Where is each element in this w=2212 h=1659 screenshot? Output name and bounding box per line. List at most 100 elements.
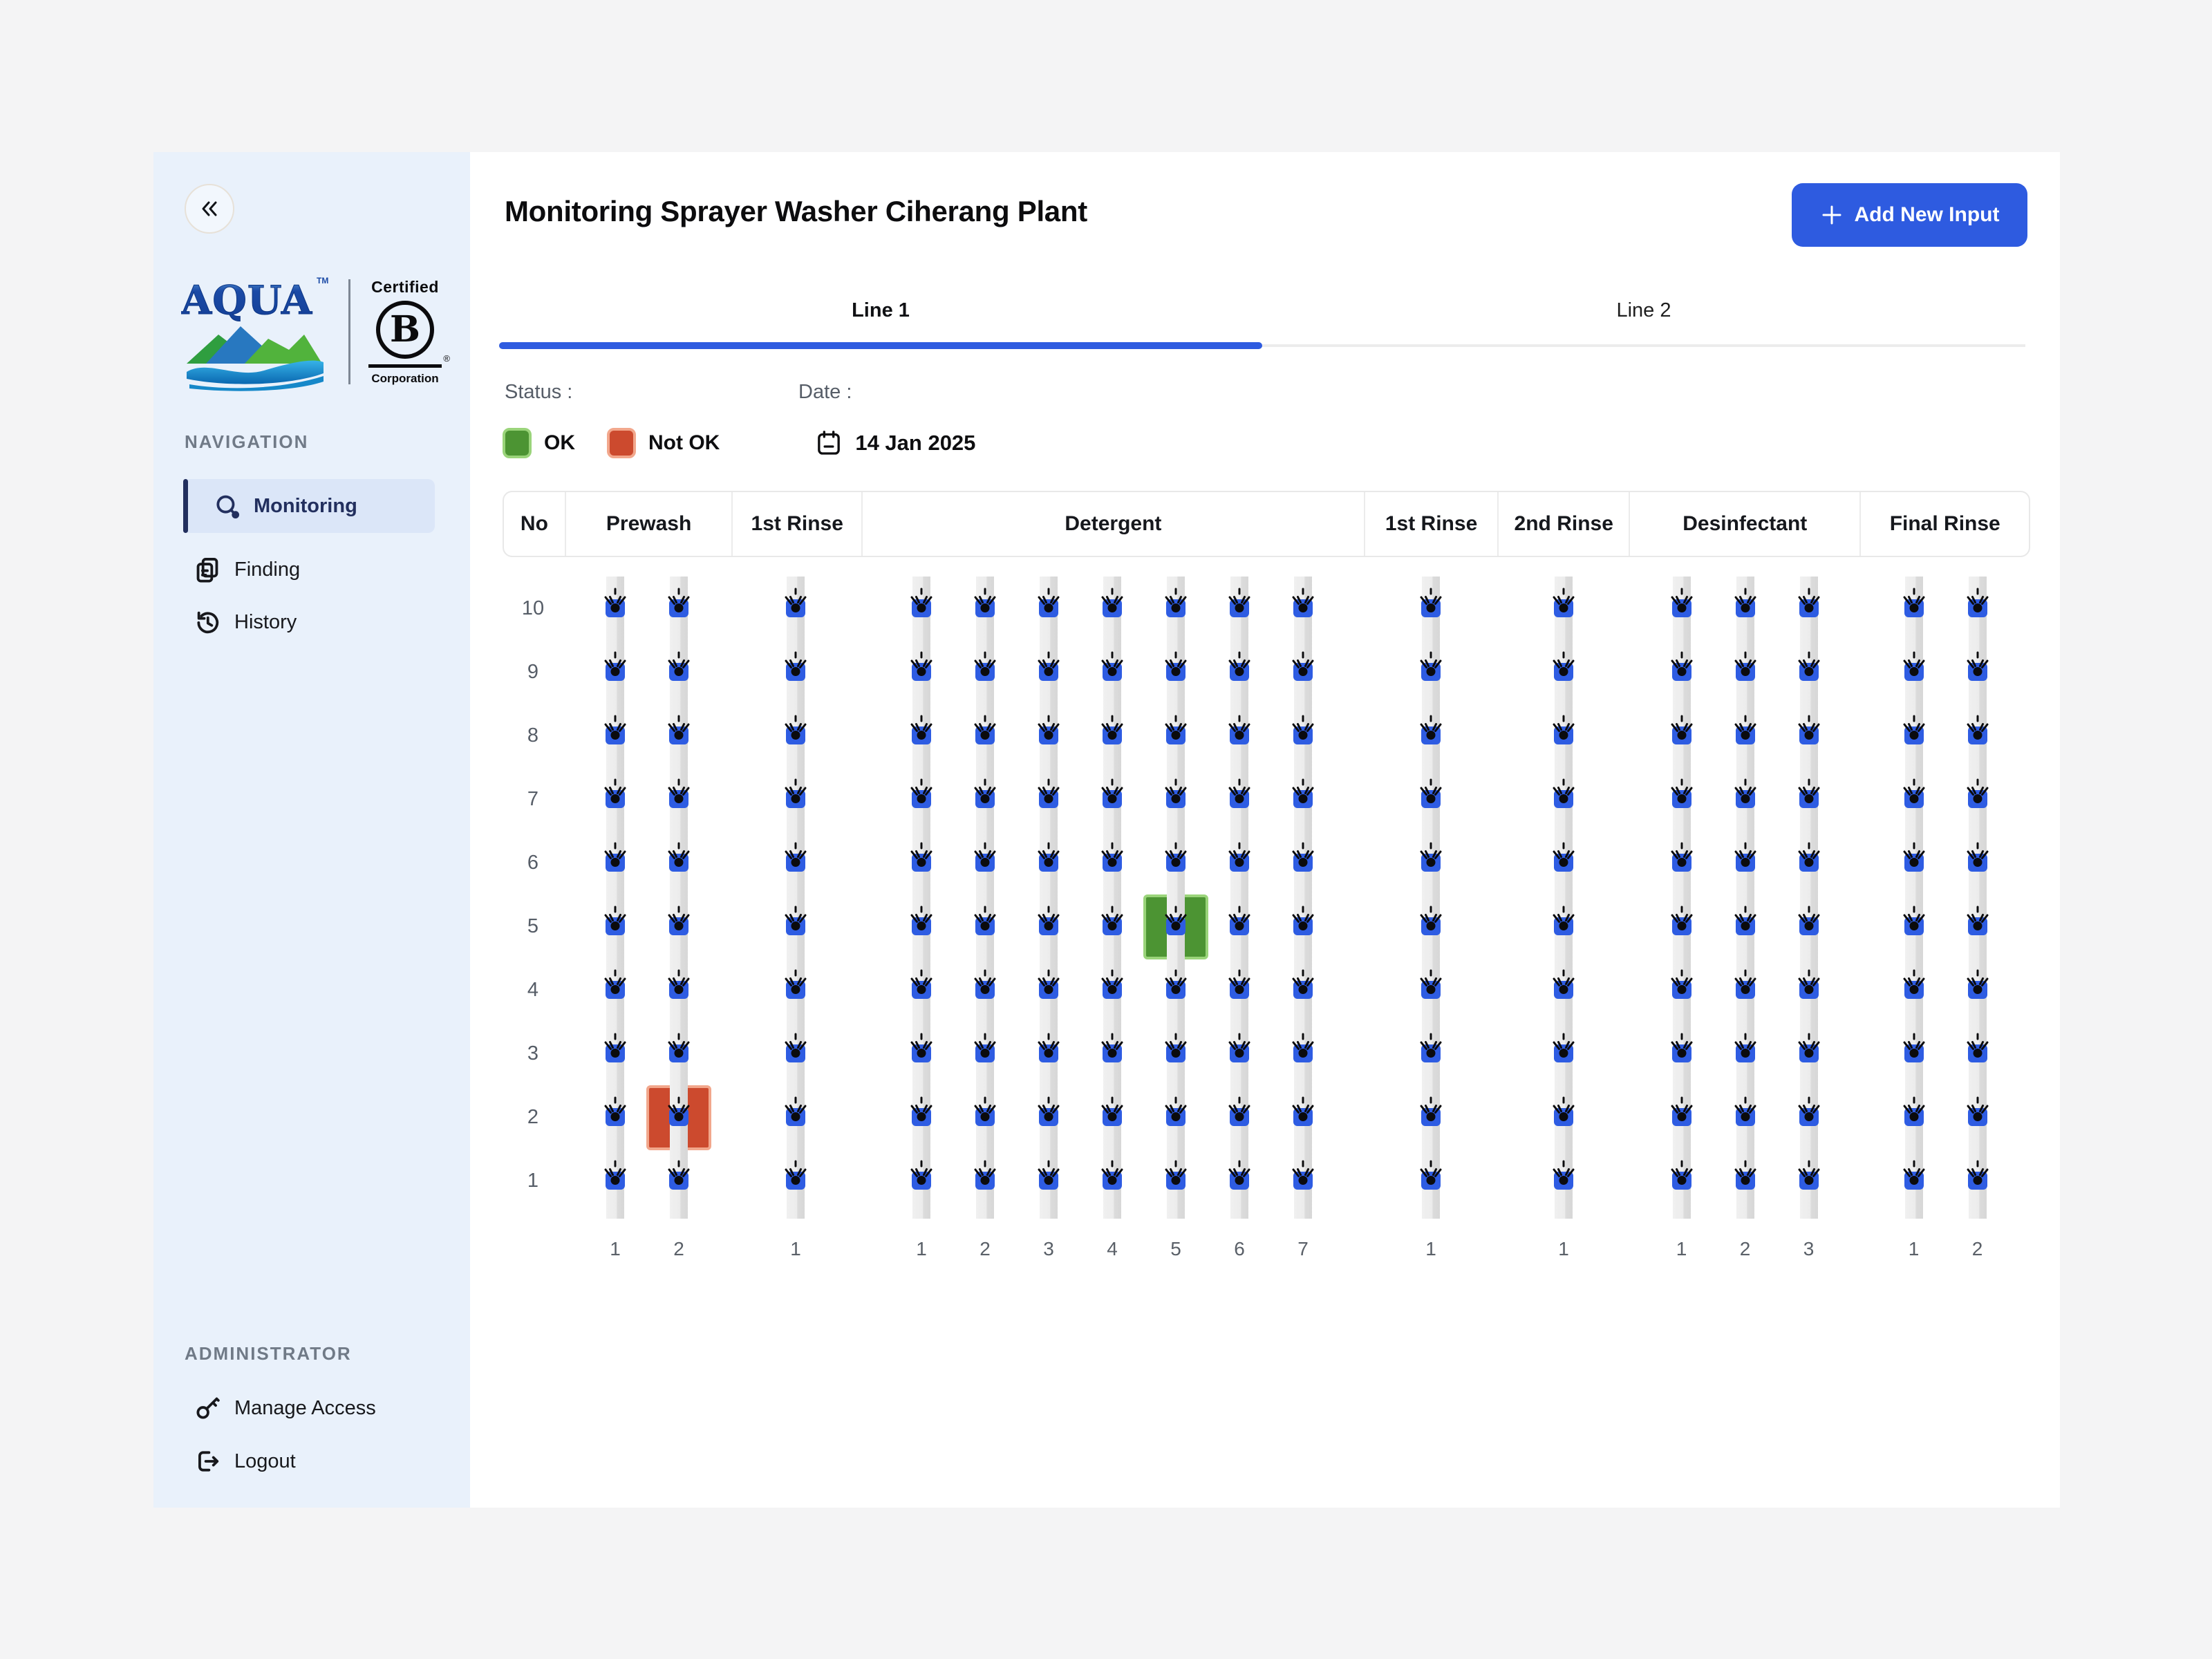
sprayer-icon[interactable]	[1419, 1031, 1443, 1063]
sprayer-icon[interactable]	[1228, 1159, 1251, 1190]
sprayer-icon[interactable]	[973, 650, 997, 682]
sprayer-icon[interactable]	[667, 777, 691, 809]
sprayer-icon[interactable]	[1552, 713, 1575, 745]
sprayer-icon[interactable]	[1037, 968, 1060, 1000]
sprayer-icon[interactable]	[1797, 904, 1821, 936]
sprayer-icon[interactable]	[1966, 713, 1989, 745]
sprayer-icon[interactable]	[1164, 841, 1188, 872]
sprayer-icon[interactable]	[1419, 1095, 1443, 1127]
sprayer-icon[interactable]	[1734, 1095, 1757, 1127]
sprayer-icon[interactable]	[667, 650, 691, 682]
sprayer-icon[interactable]	[603, 1159, 627, 1190]
sprayer-icon[interactable]	[1291, 713, 1315, 745]
sprayer-icon[interactable]	[910, 968, 933, 1000]
sprayer-icon[interactable]	[1037, 904, 1060, 936]
admin-item-manage-access[interactable]: Manage Access	[183, 1386, 435, 1430]
sprayer-icon[interactable]	[1966, 586, 1989, 618]
sprayer-icon[interactable]	[1552, 586, 1575, 618]
sprayer-icon[interactable]	[603, 904, 627, 936]
sprayer-icon[interactable]	[603, 650, 627, 682]
sprayer-icon[interactable]	[910, 713, 933, 745]
sprayer-icon[interactable]	[1291, 650, 1315, 682]
sprayer-icon[interactable]	[1670, 968, 1694, 1000]
sprayer-icon[interactable]	[1734, 968, 1757, 1000]
sprayer-icon[interactable]	[1902, 841, 1926, 872]
sprayer-icon[interactable]	[784, 777, 807, 809]
sprayer-icon[interactable]	[1797, 1031, 1821, 1063]
sprayer-icon[interactable]	[1902, 713, 1926, 745]
sprayer-icon[interactable]	[1228, 841, 1251, 872]
sprayer-icon[interactable]	[1734, 586, 1757, 618]
sprayer-icon[interactable]	[1734, 713, 1757, 745]
sprayer-icon[interactable]	[1419, 777, 1443, 809]
sprayer-icon[interactable]	[1419, 904, 1443, 936]
sprayer-icon[interactable]	[1670, 904, 1694, 936]
sprayer-icon[interactable]	[910, 1031, 933, 1063]
sprayer-icon[interactable]	[603, 968, 627, 1000]
sidebar-collapse-button[interactable]	[185, 184, 234, 234]
sprayer-icon[interactable]	[1902, 1159, 1926, 1190]
sprayer-icon[interactable]	[1670, 1031, 1694, 1063]
sprayer-icon[interactable]	[1797, 713, 1821, 745]
sprayer-icon[interactable]	[784, 713, 807, 745]
sprayer-icon[interactable]	[973, 841, 997, 872]
sprayer-icon[interactable]	[910, 1159, 933, 1190]
admin-item-logout[interactable]: Logout	[183, 1439, 435, 1483]
sprayer-icon[interactable]	[1966, 968, 1989, 1000]
sprayer-icon[interactable]	[1164, 777, 1188, 809]
sprayer-icon[interactable]	[1164, 1031, 1188, 1063]
sprayer-icon[interactable]	[1037, 586, 1060, 618]
sprayer-icon[interactable]	[1228, 904, 1251, 936]
sprayer-icon[interactable]	[1966, 1095, 1989, 1127]
sprayer-icon[interactable]	[1552, 1095, 1575, 1127]
sprayer-icon[interactable]	[1670, 713, 1694, 745]
sprayer-icon[interactable]	[910, 1095, 933, 1127]
sprayer-icon[interactable]	[1966, 841, 1989, 872]
sprayer-icon[interactable]	[1037, 777, 1060, 809]
sprayer-icon[interactable]	[603, 1031, 627, 1063]
sprayer-icon[interactable]	[1902, 968, 1926, 1000]
sprayer-icon[interactable]	[1291, 968, 1315, 1000]
sprayer-icon[interactable]	[1966, 777, 1989, 809]
sprayer-icon[interactable]	[1419, 713, 1443, 745]
sprayer-icon[interactable]	[784, 904, 807, 936]
sprayer-icon[interactable]	[910, 650, 933, 682]
sprayer-icon[interactable]	[1037, 1159, 1060, 1190]
sprayer-icon[interactable]	[1797, 968, 1821, 1000]
sprayer-icon[interactable]	[667, 1095, 691, 1127]
sprayer-icon[interactable]	[1228, 650, 1251, 682]
sprayer-icon[interactable]	[1419, 586, 1443, 618]
sprayer-icon[interactable]	[1552, 650, 1575, 682]
sprayer-icon[interactable]	[603, 713, 627, 745]
sprayer-icon[interactable]	[1797, 586, 1821, 618]
sidebar-item-history[interactable]: History	[183, 600, 435, 644]
sprayer-icon[interactable]	[1797, 1095, 1821, 1127]
sprayer-icon[interactable]	[784, 650, 807, 682]
sprayer-icon[interactable]	[1734, 1031, 1757, 1063]
sprayer-icon[interactable]	[973, 777, 997, 809]
sprayer-icon[interactable]	[1966, 904, 1989, 936]
sprayer-icon[interactable]	[1164, 650, 1188, 682]
sprayer-icon[interactable]	[1100, 650, 1124, 682]
sprayer-icon[interactable]	[667, 1159, 691, 1190]
sprayer-icon[interactable]	[1552, 968, 1575, 1000]
sprayer-icon[interactable]	[1670, 1159, 1694, 1190]
sprayer-icon[interactable]	[1100, 586, 1124, 618]
sprayer-icon[interactable]	[1291, 841, 1315, 872]
sprayer-icon[interactable]	[910, 841, 933, 872]
sprayer-icon[interactable]	[1419, 841, 1443, 872]
sprayer-icon[interactable]	[1164, 968, 1188, 1000]
sprayer-icon[interactable]	[1164, 713, 1188, 745]
sprayer-icon[interactable]	[1734, 1159, 1757, 1190]
sprayer-icon[interactable]	[973, 586, 997, 618]
sprayer-icon[interactable]	[1902, 904, 1926, 936]
sprayer-icon[interactable]	[1670, 1095, 1694, 1127]
sprayer-icon[interactable]	[603, 777, 627, 809]
sprayer-icon[interactable]	[1100, 1159, 1124, 1190]
sprayer-icon[interactable]	[1797, 650, 1821, 682]
sprayer-icon[interactable]	[1291, 586, 1315, 618]
sprayer-icon[interactable]	[1164, 586, 1188, 618]
sprayer-icon[interactable]	[667, 713, 691, 745]
sprayer-icon[interactable]	[973, 713, 997, 745]
sprayer-icon[interactable]	[1291, 1031, 1315, 1063]
